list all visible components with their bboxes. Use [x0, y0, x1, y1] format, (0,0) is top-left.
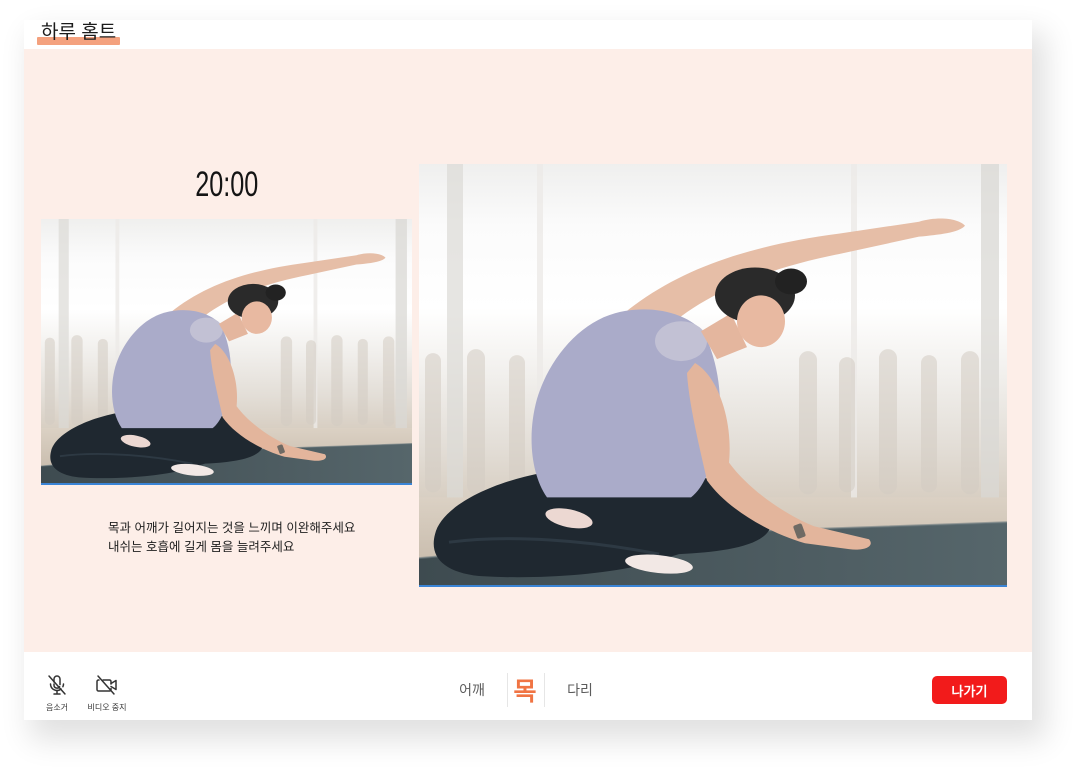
app-window: 하루 홈트 20:00 목과 어깨가 길어지는 것을 느끼며 이완해주세요 내쉬… — [24, 20, 1032, 720]
tab-legs[interactable]: 다리 — [567, 673, 593, 707]
mute-label: 음소거 — [45, 703, 69, 712]
exercise-instructions: 목과 어깨가 길어지는 것을 느끼며 이완해주세요 내쉬는 호흡에 길게 몸을 … — [108, 519, 355, 557]
main-video-photo — [419, 164, 1007, 585]
timer-value: 20:00 — [194, 165, 259, 204]
video-off-icon[interactable] — [94, 673, 120, 697]
instruction-line: 내쉬는 호흡에 길게 몸을 늘려주세요 — [108, 540, 295, 554]
workout-timer: 20:00 — [41, 165, 412, 205]
tab-shoulder[interactable]: 어깨 — [459, 673, 485, 707]
mic-off-icon[interactable] — [44, 673, 70, 697]
app-title: 하루 홈트 — [37, 21, 121, 45]
stop-video-button[interactable]: 비디오 중지 — [77, 673, 137, 713]
exercise-guide-photo — [41, 219, 412, 483]
tab-neck[interactable]: 목 — [513, 673, 536, 707]
tab-divider — [544, 673, 545, 707]
control-bar: 음소거 비디오 중지 어깨 목 다리 나가기 — [24, 652, 1032, 720]
instruction-line: 목과 어깨가 길어지는 것을 느끼며 이완해주세요 — [108, 521, 356, 535]
exit-button[interactable]: 나가기 — [932, 676, 1007, 704]
exercise-guide-image — [41, 219, 412, 485]
app-header: 하루 홈트 — [24, 20, 1032, 49]
tab-divider — [507, 673, 508, 707]
main-video-feed — [419, 164, 1007, 587]
stop-video-label: 비디오 중지 — [87, 703, 127, 712]
workout-stage: 20:00 목과 어깨가 길어지는 것을 느끼며 이완해주세요 내쉬는 호흡에 … — [24, 49, 1032, 652]
